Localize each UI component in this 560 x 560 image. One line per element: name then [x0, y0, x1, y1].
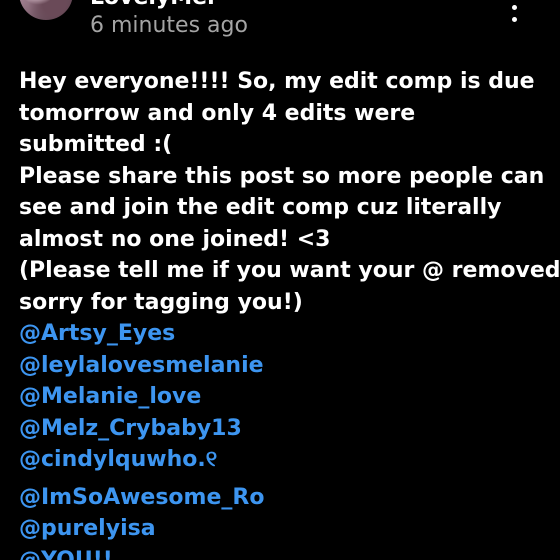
timestamp: 6 minutes ago	[90, 13, 248, 38]
mention-link[interactable]: @cindylquwho.୧	[19, 444, 549, 476]
post: LovelyMel 6 minutes ago Hey everyone!!!!…	[0, 0, 560, 560]
post-text-line: sorry for tagging you!)	[19, 289, 303, 315]
post-text-line: see and join the edit comp cuz literally	[19, 195, 502, 220]
mention-link[interactable]: @purelyisa	[19, 513, 549, 545]
dot-icon	[511, 4, 517, 10]
post-text-line: Hey everyone!!!! So, my edit comp is due	[19, 69, 535, 94]
dot-icon	[511, 17, 517, 22]
post-text-line: submitted :(	[19, 132, 173, 157]
mention-link[interactable]: @Artsy_Eyes	[19, 318, 549, 350]
mention-link[interactable]: @YOU!!	[19, 545, 549, 560]
more-vertical-icon[interactable]	[509, 0, 519, 22]
avatar[interactable]	[19, 0, 73, 20]
mention-link[interactable]: @ImSoAwesome_Ro	[19, 482, 549, 514]
post-text-line: Please share this post so more people ca…	[19, 163, 545, 189]
post-text-line: (Please tell me if you want your @ remov…	[19, 258, 560, 283]
post-body: Hey everyone!!!! So, my edit comp is due…	[19, 66, 560, 560]
post-text-line: almost no one joined! <3	[19, 226, 331, 252]
post-text-line: tomorrow and only 4 edits were	[19, 100, 416, 126]
mention-link[interactable]: @Melanie_love	[19, 381, 549, 413]
mention-link[interactable]: @Melz_Crybaby13	[19, 413, 549, 445]
username[interactable]: LovelyMel	[90, 0, 215, 10]
mention-link[interactable]: @leylalovesmelanie	[19, 350, 549, 382]
